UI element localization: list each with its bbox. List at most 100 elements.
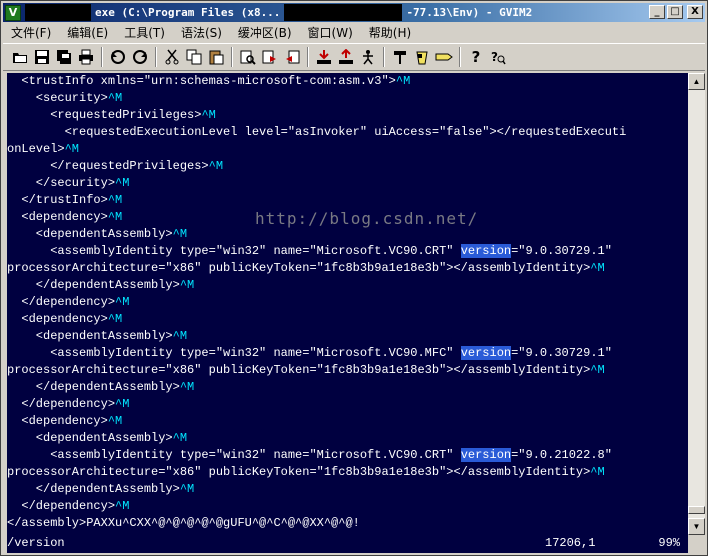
editor-text-area[interactable]: <trustInfo xmlns="urn:schemas-microsoft-… <box>7 73 688 535</box>
find-help-icon[interactable]: ? <box>487 46 509 68</box>
code-text: <requestedExecutionLevel level="asInvoke… <box>7 125 627 139</box>
open-icon[interactable] <box>9 46 31 68</box>
search-match: version <box>460 244 512 258</box>
code-line: </dependentAssembly>^M <box>7 481 688 498</box>
maximize-button[interactable]: □ <box>667 5 683 19</box>
code-text: </dependentAssembly> <box>7 380 180 394</box>
menu-file[interactable]: 文件(F) <box>3 24 59 41</box>
toolbar-separator <box>231 47 233 67</box>
code-text: </dependentAssembly> <box>7 482 180 496</box>
redacted-title-block <box>25 4 91 21</box>
code-line: </dependency>^M <box>7 294 688 311</box>
control-char: ^M <box>395 74 411 88</box>
toolbar-separator <box>155 47 157 67</box>
code-line: </dependency>^M <box>7 396 688 413</box>
code-line: <dependency>^M <box>7 413 688 430</box>
code-line: <assemblyIdentity type="win32" name="Mic… <box>7 345 688 362</box>
control-char: ^M <box>107 91 123 105</box>
paste-icon[interactable] <box>205 46 227 68</box>
menu-bar: 文件(F) 编辑(E) 工具(T) 语法(S) 缓冲区(B) 窗口(W) 帮助(… <box>3 23 705 42</box>
code-line: processorArchitecture="x86" publicKeyTok… <box>7 362 688 379</box>
menu-tools[interactable]: 工具(T) <box>116 24 173 41</box>
run-script-icon[interactable] <box>357 46 379 68</box>
title-bar[interactable]: V exe (C:\Program Files (x8... -77.13\En… <box>3 3 705 22</box>
code-text: ="9.0.30729.1" <box>511 346 612 360</box>
vim-logo-icon: V <box>5 4 21 21</box>
code-line: </trustInfo>^M <box>7 192 688 209</box>
menu-edit[interactable]: 编辑(E) <box>59 24 116 41</box>
minimize-button[interactable]: _ <box>649 5 665 19</box>
control-char: ^M <box>201 108 216 122</box>
make-icon[interactable] <box>389 46 411 68</box>
toolbar-separator <box>383 47 385 67</box>
scrollbar-thumb[interactable] <box>688 505 705 514</box>
code-text: processorArchitecture="x86" publicKeyTok… <box>7 363 591 377</box>
code-line: <trustInfo xmlns="urn:schemas-microsoft-… <box>7 73 688 90</box>
control-char: ^M <box>172 227 188 241</box>
find-next-icon[interactable] <box>259 46 281 68</box>
window-title-right: -77.13\Env) - GVIM2 <box>406 6 533 19</box>
save-icon[interactable] <box>31 46 53 68</box>
code-line: <dependentAssembly>^M <box>7 430 688 447</box>
code-line: processorArchitecture="x86" publicKeyTok… <box>7 260 688 277</box>
tag-jump-icon[interactable] <box>433 46 455 68</box>
redo-icon[interactable] <box>129 46 151 68</box>
vertical-scrollbar[interactable]: ▲ ▼ <box>688 73 705 535</box>
code-text: <dependentAssembly> <box>7 431 173 445</box>
code-line: <requestedPrivileges>^M <box>7 107 688 124</box>
code-line: <dependentAssembly>^M <box>7 226 688 243</box>
scroll-up-arrow[interactable]: ▲ <box>688 73 705 90</box>
code-text: <dependency> <box>7 414 108 428</box>
find-prev-icon[interactable] <box>281 46 303 68</box>
load-session-icon[interactable] <box>313 46 335 68</box>
code-text: <security> <box>7 91 108 105</box>
search-command: /version <box>7 536 65 550</box>
shell-icon[interactable] <box>411 46 433 68</box>
control-char: ^M <box>179 278 195 292</box>
control-char: ^M <box>115 499 130 513</box>
control-char: ^M <box>590 261 605 275</box>
code-text: </dependency> <box>7 295 116 309</box>
code-text: <assemblyIdentity type="win32" name="Mic… <box>7 244 461 258</box>
help-icon[interactable]: ? <box>465 46 487 68</box>
code-line: </dependentAssembly>^M <box>7 277 688 294</box>
menu-buffers[interactable]: 缓冲区(B) <box>230 24 300 41</box>
code-text: processorArchitecture="x86" publicKeyTok… <box>7 261 591 275</box>
redacted-title-block <box>284 4 403 21</box>
control-char: ^M <box>115 176 130 190</box>
close-button[interactable]: X <box>687 5 703 19</box>
print-icon[interactable] <box>75 46 97 68</box>
menu-window[interactable]: 窗口(W) <box>300 24 361 41</box>
code-text: <dependency> <box>7 312 108 326</box>
menu-help[interactable]: 帮助(H) <box>361 24 419 41</box>
control-char: ^M <box>208 159 224 173</box>
scroll-down-arrow[interactable]: ▼ <box>688 518 705 535</box>
code-line: processorArchitecture="x86" publicKeyTok… <box>7 464 688 481</box>
cut-icon[interactable] <box>161 46 183 68</box>
code-text: ="9.0.21022.8" <box>511 448 612 462</box>
code-text: <assemblyIdentity type="win32" name="Mic… <box>7 448 461 462</box>
watermark-text: http://blog.csdn.net/ <box>255 209 479 228</box>
find-replace-icon[interactable] <box>237 46 259 68</box>
code-line: </security>^M <box>7 175 688 192</box>
control-char: ^M <box>115 397 130 411</box>
code-text: </dependentAssembly> <box>7 278 180 292</box>
control-char: ^M <box>107 312 123 326</box>
code-text: <dependentAssembly> <box>7 329 173 343</box>
save-session-icon[interactable] <box>335 46 357 68</box>
code-text: <requestedPrivileges> <box>7 108 202 122</box>
code-line: </dependency>^M <box>7 498 688 515</box>
code-line: <dependentAssembly>^M <box>7 328 688 345</box>
code-text: </security> <box>7 176 116 190</box>
save-all-icon[interactable] <box>53 46 75 68</box>
code-line: </requestedPrivileges>^M <box>7 158 688 175</box>
code-text: <dependentAssembly> <box>7 227 173 241</box>
command-line[interactable]: /version 17206,1 99% <box>7 535 688 553</box>
toolbar-separator <box>307 47 309 67</box>
copy-icon[interactable] <box>183 46 205 68</box>
toolbar-separator <box>459 47 461 67</box>
menu-syntax[interactable]: 语法(S) <box>173 24 230 41</box>
cursor-position: 17206,1 <box>545 536 596 550</box>
undo-icon[interactable] <box>107 46 129 68</box>
control-char: ^M <box>590 363 605 377</box>
